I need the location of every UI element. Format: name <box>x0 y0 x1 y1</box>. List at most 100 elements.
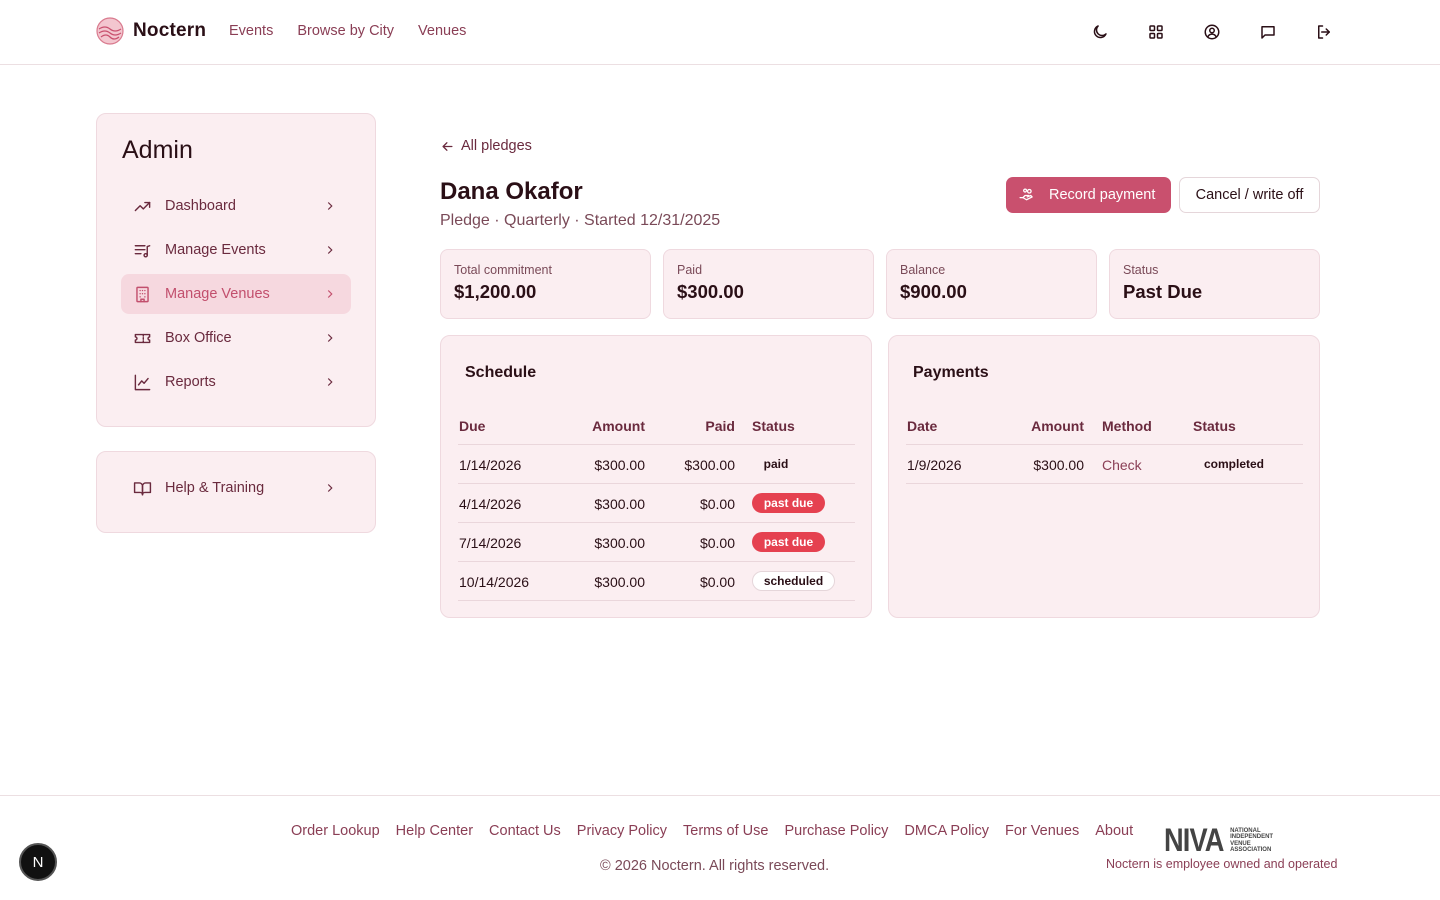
sidebar-item-reports[interactable]: Reports <box>121 362 351 402</box>
moon-icon[interactable] <box>1088 20 1112 44</box>
due-cell: 10/14/2026 <box>459 574 530 590</box>
footer-link-help-center[interactable]: Help Center <box>396 823 473 839</box>
sidebar-item-label: Manage Events <box>165 242 266 258</box>
footer: Order Lookup Help Center Contact Us Priv… <box>0 795 1440 900</box>
status-badge: scheduled <box>752 571 835 591</box>
column-header: Paid <box>705 418 735 434</box>
sidebar-title: Admin <box>122 136 193 164</box>
stat-paid: Paid $300.00 <box>663 249 874 319</box>
list-music-icon <box>134 244 151 258</box>
status-badge: paid <box>763 457 789 471</box>
footer-links: Order Lookup Help Center Contact Us Priv… <box>291 823 1133 839</box>
back-to-pledges-link[interactable]: All pledges <box>440 138 532 154</box>
footer-link-for-venues[interactable]: For Venues <box>1005 823 1079 839</box>
stat-label: Status <box>1123 263 1159 277</box>
niva-subtitle: NATIONAL INDEPENDENT VENUE ASSOCIATION <box>1230 828 1273 854</box>
arrow-left-icon <box>442 141 453 151</box>
employee-owned-note: Noctern is employee owned and operated <box>1106 857 1338 871</box>
hand-coins-icon <box>1019 187 1033 200</box>
column-header: Date <box>907 418 938 434</box>
due-cell: 4/14/2026 <box>459 496 522 512</box>
stat-value: $300.00 <box>677 281 744 302</box>
date-cell: 1/9/2026 <box>907 457 962 473</box>
page-title: Dana Okafor <box>440 178 583 205</box>
footer-link-order-lookup[interactable]: Order Lookup <box>291 823 380 839</box>
nav-browse-by-city[interactable]: Browse by City <box>297 23 394 39</box>
column-header: Amount <box>1031 418 1084 434</box>
sidebar-item-manage-venues[interactable]: Manage Venues <box>121 274 351 314</box>
stat-label: Paid <box>677 263 703 277</box>
footer-link-dmca-policy[interactable]: DMCA Policy <box>904 823 989 839</box>
stat-label: Total commitment <box>454 263 552 277</box>
column-header: Amount <box>592 418 645 434</box>
main-nav: Events Browse by City Venues <box>229 23 466 39</box>
paid-cell: $0.00 <box>699 496 735 512</box>
footer-link-terms-of-use[interactable]: Terms of Use <box>683 823 768 839</box>
table-header-row: Date Amount Method Status <box>906 406 1303 445</box>
book-icon <box>133 481 152 496</box>
back-label: All pledges <box>461 138 532 154</box>
sidebar-item-box-office[interactable]: Box Office <box>121 318 351 358</box>
sidebar-item-dashboard[interactable]: Dashboard <box>121 186 351 226</box>
amount-cell: $300.00 <box>594 574 645 590</box>
status-badge: past due <box>752 493 825 513</box>
niva-line: ASSOCIATION <box>1230 847 1272 853</box>
schedule-panel: Schedule Due Amount Paid Status 1/14/202… <box>440 335 872 618</box>
footer-link-contact-us[interactable]: Contact Us <box>489 823 561 839</box>
table-row: 1/9/2026 $300.00 Check completed <box>906 445 1303 484</box>
building-icon <box>136 286 149 302</box>
niva-logo[interactable]: NIVA NATIONAL INDEPENDENT VENUE ASSOCIAT… <box>1164 822 1273 859</box>
chevron-right-icon <box>327 202 333 210</box>
footer-link-about[interactable]: About <box>1095 823 1133 839</box>
paid-cell: $0.00 <box>699 574 735 590</box>
admin-sidebar: Admin Dashboard Manage Events Manage Ven… <box>96 113 376 427</box>
column-header: Status <box>1193 418 1236 434</box>
due-cell: 1/14/2026 <box>459 457 522 473</box>
brand-name: Noctern <box>133 20 207 41</box>
chevron-right-icon <box>327 378 333 386</box>
cancel-write-off-button[interactable]: Cancel / write off <box>1179 177 1320 213</box>
chevron-right-icon <box>327 290 333 298</box>
top-navbar: Noctern Events Browse by City Venues <box>0 0 1440 65</box>
paid-cell: $0.00 <box>699 535 735 551</box>
ticket-icon <box>134 333 151 343</box>
footer-link-purchase-policy[interactable]: Purchase Policy <box>784 823 888 839</box>
sidebar-item-help-training[interactable]: Help & Training <box>121 468 351 508</box>
brand[interactable]: Noctern <box>96 17 206 45</box>
amount-cell: $300.00 <box>594 496 645 512</box>
stat-value: Past Due <box>1123 281 1203 302</box>
copyright: © 2026 Noctern. All rights reserved. <box>600 858 830 874</box>
niva-wordmark: NIVA <box>1164 822 1224 858</box>
sidebar-item-label: Reports <box>165 374 216 390</box>
niva-line: NATIONAL <box>1230 827 1261 834</box>
footer-link-privacy-policy[interactable]: Privacy Policy <box>577 823 667 839</box>
column-header: Status <box>752 418 795 434</box>
table-row: 1/14/2026 $300.00 $300.00 paid <box>458 445 855 484</box>
user-circle-icon[interactable] <box>1200 20 1224 44</box>
pledge-subtitle: Pledge · Quarterly · Started 12/31/2025 <box>440 212 721 229</box>
stat-balance: Balance $900.00 <box>886 249 1097 319</box>
message-icon[interactable] <box>1256 20 1280 44</box>
table-header-row: Due Amount Paid Status <box>458 406 855 445</box>
niva-line: INDEPENDENT <box>1230 834 1274 840</box>
amount-cell: $300.00 <box>1033 457 1084 473</box>
logout-icon[interactable] <box>1312 20 1336 44</box>
sidebar-item-manage-events[interactable]: Manage Events <box>121 230 351 270</box>
paid-cell: $300.00 <box>684 457 735 473</box>
nav-venues[interactable]: Venues <box>418 23 466 39</box>
record-payment-button[interactable]: Record payment <box>1006 177 1171 213</box>
due-cell: 7/14/2026 <box>459 535 522 551</box>
payments-title: Payments <box>913 364 989 381</box>
stat-value: $1,200.00 <box>454 281 537 302</box>
header-actions <box>1088 20 1336 44</box>
dev-tools-badge[interactable]: N <box>19 843 57 881</box>
sidebar-item-label: Box Office <box>165 330 232 346</box>
sidebar-item-label: Manage Venues <box>165 286 270 302</box>
schedule-table: Due Amount Paid Status 1/14/2026 $300.00… <box>458 406 855 601</box>
column-header: Due <box>459 418 486 434</box>
nav-events[interactable]: Events <box>229 23 273 39</box>
grid-icon[interactable] <box>1144 20 1168 44</box>
chevron-right-icon <box>327 246 333 254</box>
chevron-right-icon <box>327 334 333 342</box>
schedule-title: Schedule <box>465 364 537 381</box>
